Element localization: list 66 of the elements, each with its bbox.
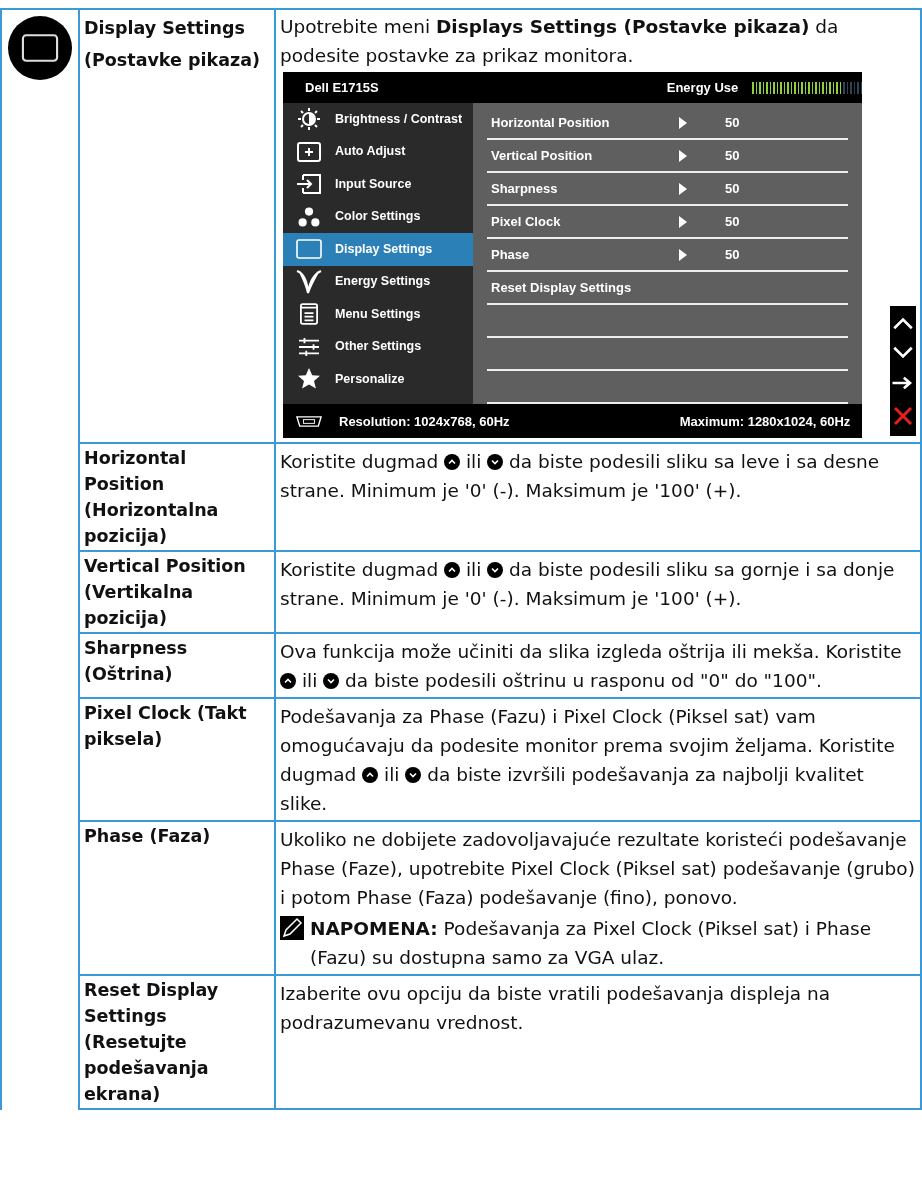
description-text: Koristite dugmad ili da biste podesili sliku sa gornje i sa donje strane. Minimum je '0' (-). Maksimum je '100' (+). — [280, 558, 896, 611]
setting-name: Display Settings (Postavke pikaza) — [84, 18, 260, 70]
display-icon — [296, 239, 322, 260]
submenu-value: 50 — [725, 213, 740, 231]
arrow-right-icon — [679, 116, 687, 129]
submenu-value: 50 — [725, 147, 740, 165]
up-button-icon — [444, 562, 461, 578]
osd-menu-item[interactable]: Auto Adjust — [283, 135, 473, 168]
submenu-label: Horizontal Position — [491, 114, 611, 132]
leaf-icon — [296, 269, 322, 294]
menu-icon — [300, 303, 318, 326]
osd-menu-item[interactable]: Input Source — [283, 168, 473, 201]
display-icon — [8, 16, 72, 80]
setting-name: Phase (Faza) — [84, 826, 211, 846]
description-text: Izaberite ovu opciju da biste vratili podešavanja displeja na podrazumevanu vrednost. — [280, 982, 832, 1035]
osd-menu-item[interactable]: Personalize — [283, 363, 473, 396]
down-button-icon — [323, 673, 340, 689]
auto-adjust-icon — [297, 141, 321, 162]
sliders-icon — [297, 336, 321, 357]
resolution-text: Resolution: 1024x768, 60Hz — [339, 412, 510, 431]
chevron-down-icon[interactable] — [892, 346, 915, 360]
description-text: Ova funkcija može učiniti da slika izgleda oštrija ili mekša. Koristite ili da biste podesili oštrinu u rasponu od "0" do "100". — [280, 640, 903, 693]
arrow-right-icon — [679, 182, 687, 195]
description-text: Podešavanja za Phase (Fazu) i Pixel Clock (Piksel sat) vam omogućavaju da podesite monitor prema svojim željama. Koristite dugmad ili da biste izvršili podešavanja za najbolji kvalitet slike. — [280, 705, 896, 816]
osd-menu-item[interactable]: Energy Settings — [283, 265, 473, 298]
up-button-icon — [280, 673, 296, 689]
setting-name: Reset Display Settings (Resetujte podešavanja ekrana) — [84, 980, 219, 1104]
submenu-label: Phase — [491, 246, 531, 264]
setting-name: Vertical Position (Vertikalna pozicija) — [84, 556, 246, 628]
model-name: Dell E1715S — [305, 79, 379, 97]
energy-label: Energy Use — [666, 79, 739, 97]
osd-menu-item[interactable]: Display Settings — [283, 233, 473, 266]
description-text: Koristite dugmad ili da biste podesili sliku sa leve i sa desne strane. Minimum je '0' (-). Maksimum je '100' (+). — [280, 450, 881, 503]
note-text: NAPOMENA: Podešavanja za Pixel Clock (Piksel sat) i Phase (Fazu) su dostupna samo za VGA ulaz. — [310, 917, 873, 970]
osd-menu-item[interactable]: Color Settings — [283, 200, 473, 233]
up-button-icon — [362, 767, 379, 783]
osd-menu-item[interactable]: Other Settings — [283, 330, 473, 363]
sun-icon — [297, 107, 321, 132]
pencil-icon — [280, 916, 304, 940]
arrow-right-icon — [679, 149, 687, 162]
submenu-value: 50 — [725, 114, 740, 132]
setting-name: Horizontal Position (Horizontalna pozicija) — [84, 448, 219, 546]
down-button-icon — [405, 767, 422, 783]
submenu-label: Vertical Position — [491, 147, 594, 165]
up-button-icon — [444, 454, 461, 470]
submenu-value: 50 — [725, 180, 740, 198]
down-button-icon — [487, 454, 504, 470]
intro-text: Upotrebite meni Displays Settings (Postavke pikaza) da podesite postavke za prikaz monitora. — [280, 15, 840, 68]
close-icon[interactable] — [893, 406, 914, 426]
submenu-label: Reset Display Settings — [491, 279, 633, 297]
osd-menu-item[interactable]: Menu Settings — [283, 298, 473, 331]
chevron-up-icon[interactable] — [892, 316, 915, 330]
osd-menu-item[interactable]: Brightness / Contrast — [283, 103, 473, 136]
down-button-icon — [487, 562, 504, 578]
dots-icon — [298, 206, 320, 227]
setting-name: Pixel Clock (Takt piksela) — [84, 703, 247, 749]
input-icon — [297, 174, 321, 195]
submenu-value: 50 — [725, 246, 740, 264]
setting-name: Sharpness (Oštrina) — [84, 638, 188, 684]
description-text: Ukoliko ne dobijete zadovoljavajuće rezultate koristeći podešavanje Phase (Faze), upotrebite Pixel Clock (Piksel sat) podešavanje (grubo) i potom Phase (Faza) podešavanje (fino), ponovo. — [280, 828, 916, 910]
submenu-label: Pixel Clock — [491, 213, 562, 231]
arrow-right-icon — [679, 215, 687, 228]
vga-connector-icon — [295, 414, 323, 428]
arrow-right-icon — [679, 248, 687, 261]
submenu-label: Sharpness — [491, 180, 559, 198]
maximum-resolution-text: Maximum: 1280x1024, 60Hz — [679, 412, 851, 431]
